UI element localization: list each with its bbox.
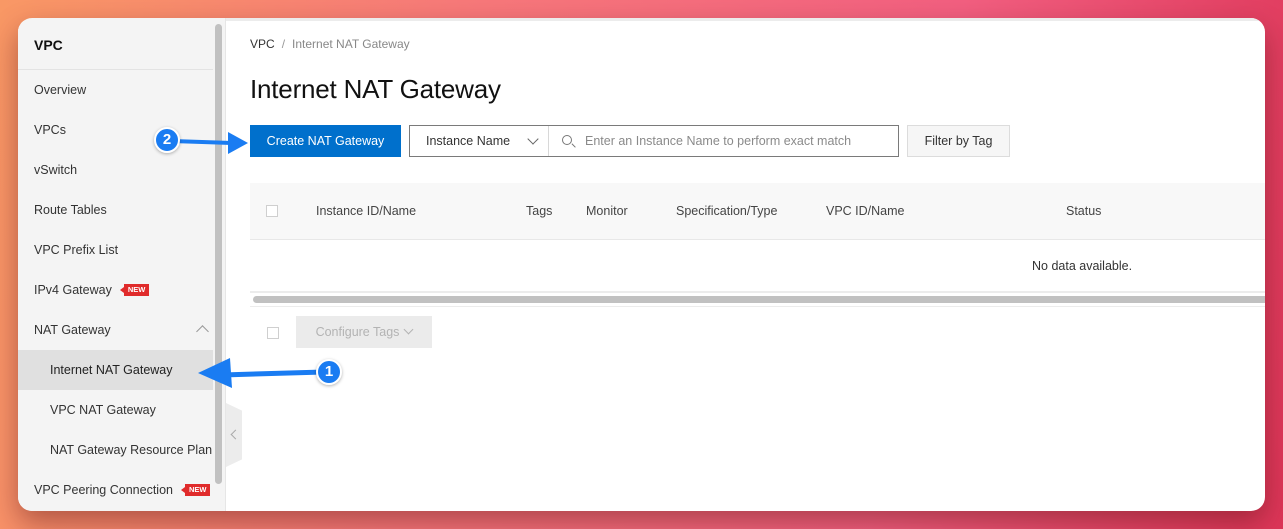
main-content: VPC / Internet NAT Gateway Internet NAT Ga… [226, 21, 1265, 511]
sidebar-item-label: NAT Gateway Resource Plan [50, 443, 213, 457]
search-input[interactable] [585, 126, 898, 156]
sidebar-item-label: VPC Prefix List [34, 243, 119, 257]
new-badge: NEW [181, 483, 211, 496]
column-header-instance-id-name[interactable]: Instance ID/Name [316, 204, 416, 218]
chevron-down-icon [527, 133, 539, 145]
chevron-up-icon[interactable] [196, 325, 209, 338]
sidebar-item-overview[interactable]: Overview [18, 70, 225, 110]
sidebar-item-route-tables[interactable]: Route Tables [18, 190, 225, 230]
column-header-tags: Tags [526, 204, 553, 218]
sidebar-item-label: VPC Peering Connection [34, 483, 173, 497]
page-title: Internet NAT Gateway [250, 74, 501, 104]
search-group: Instance Name [409, 125, 899, 157]
footer-select-all-checkbox[interactable] [267, 327, 279, 339]
column-header-monitor: Monitor [586, 204, 628, 218]
table-footer: Configure Tags [250, 316, 1265, 350]
column-header-vpc-id-name: VPC ID/Name [826, 204, 905, 218]
search-icon [549, 126, 585, 156]
sidebar-title: VPC [18, 18, 225, 70]
sidebar-item-label: VPCs [34, 123, 66, 137]
table-header: Instance ID/Name Tags Monitor Specificat… [250, 183, 1265, 240]
sidebar-item-label: vSwitch [34, 163, 78, 177]
sidebar-item-internet-nat-gateway[interactable]: Internet NAT Gateway [18, 350, 225, 390]
sidebar-item-nat-gateway[interactable]: NAT Gateway [18, 310, 225, 350]
column-header-status[interactable]: Status [1066, 204, 1101, 218]
sidebar-item-label: VPC NAT Gateway [50, 403, 156, 417]
chevron-down-icon [403, 324, 414, 335]
sidebar-item-vpcs[interactable]: VPCs [18, 110, 225, 150]
create-nat-gateway-button[interactable]: Create NAT Gateway [250, 125, 401, 157]
sidebar-scrollbar[interactable] [215, 24, 222, 484]
sidebar-item-label: Overview [34, 83, 87, 97]
annotation-badge-2: 2 [154, 127, 180, 153]
table-body: No data available. [250, 240, 1265, 293]
sidebar-item-label: Route Tables [34, 203, 107, 217]
breadcrumb-current: Internet NAT Gateway [292, 37, 410, 51]
table-horizontal-scrollbar[interactable] [253, 296, 1265, 303]
annotation-badge-1: 1 [316, 359, 342, 385]
new-badge: NEW [119, 283, 150, 296]
sidebar-item-label: NAT Gateway [34, 323, 111, 337]
configure-tags-label: Configure Tags [315, 325, 400, 339]
configure-tags-button[interactable]: Configure Tags [296, 316, 432, 348]
sidebar-item-vswitch[interactable]: vSwitch [18, 150, 225, 190]
select-all-checkbox[interactable] [266, 205, 278, 217]
sidebar-item-label: IPv4 Gateway [34, 283, 112, 297]
breadcrumb-separator: / [281, 37, 286, 51]
table-horizontal-scrollbar-track [250, 293, 1265, 307]
filter-by-tag-button[interactable]: Filter by Tag [907, 125, 1010, 157]
sidebar: VPC Overview VPCs vSwitch Route Tables V… [18, 18, 226, 511]
search-field-select-value: Instance Name [426, 134, 511, 148]
nat-gateway-table: Instance ID/Name Tags Monitor Specificat… [250, 183, 1265, 307]
sidebar-item-nat-gateway-resource-plan[interactable]: NAT Gateway Resource Plan [18, 430, 225, 470]
breadcrumb: VPC / Internet NAT Gateway [250, 37, 410, 51]
empty-state-text: No data available. [1032, 259, 1133, 273]
sidebar-item-ipv4-gateway[interactable]: IPv4 Gateway NEW [18, 270, 225, 310]
sidebar-item-vpc-prefix-list[interactable]: VPC Prefix List [18, 230, 225, 270]
column-header-specification-type: Specification/Type [676, 204, 778, 218]
sidebar-item-label: Internet NAT Gateway [50, 363, 173, 377]
app-window: VPC Overview VPCs vSwitch Route Tables V… [18, 18, 1265, 511]
search-field-select[interactable]: Instance Name [410, 126, 549, 156]
sidebar-item-vpc-peering-connection[interactable]: VPC Peering Connection NEW [18, 470, 225, 510]
breadcrumb-root[interactable]: VPC [250, 37, 275, 51]
sidebar-item-vpc-nat-gateway[interactable]: VPC NAT Gateway [18, 390, 225, 430]
